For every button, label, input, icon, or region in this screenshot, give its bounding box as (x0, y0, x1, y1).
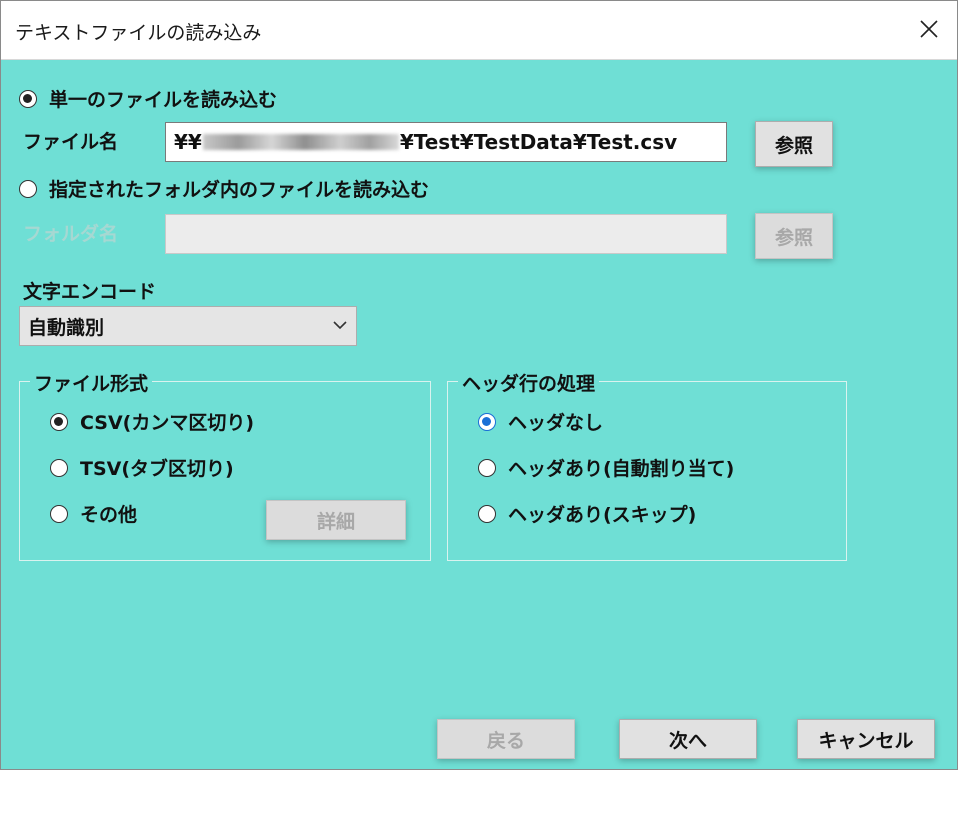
file-format-group: ファイル形式 CSV(カンマ区切り) TSV(タブ区切り) その他 詳細 (19, 369, 431, 561)
radio-header-auto-indicator (478, 458, 496, 477)
encoding-select[interactable]: 自動識別 (19, 306, 357, 346)
encoding-selected-value: 自動識別 (28, 316, 105, 339)
radio-folder-label: 指定されたフォルダ内のファイルを読み込む (49, 179, 430, 201)
radio-format-other-label: その他 (80, 504, 138, 526)
radio-folder-indicator (19, 179, 37, 198)
radio-format-csv-indicator (50, 412, 68, 431)
next-button[interactable]: 次へ (619, 719, 757, 759)
encoding-label: 文字エンコード (23, 281, 157, 303)
file-path-prefix: ¥¥ (174, 130, 202, 154)
folder-path-input[interactable] (165, 214, 727, 254)
radio-header-skip-indicator (478, 504, 496, 523)
radio-single-file[interactable]: 単一のファイルを読み込む (19, 85, 277, 112)
radio-header-none-label: ヘッダなし (508, 412, 604, 434)
radio-format-csv[interactable]: CSV(カンマ区切り) (50, 408, 254, 435)
folder-name-label: フォルダ名 (23, 223, 119, 245)
radio-header-skip[interactable]: ヘッダあり(スキップ) (478, 500, 696, 527)
file-name-label: ファイル名 (23, 131, 119, 153)
text-file-import-dialog: テキストファイルの読み込み 単一のファイルを読み込む ファイル名 ¥¥ ¥Test… (0, 0, 958, 770)
close-button[interactable] (907, 7, 951, 51)
file-path-suffix: ¥Test¥TestData¥Test.csv (399, 130, 678, 154)
file-path-input[interactable]: ¥¥ ¥Test¥TestData¥Test.csv (165, 122, 727, 162)
radio-format-tsv-indicator (50, 458, 68, 477)
radio-folder[interactable]: 指定されたフォルダ内のファイルを読み込む (19, 175, 429, 202)
chevron-down-icon (333, 321, 347, 330)
header-handling-group: ヘッダ行の処理 ヘッダなし ヘッダあり(自動割り当て) ヘッダあり(スキップ) (447, 369, 847, 561)
radio-single-file-label: 単一のファイルを読み込む (49, 89, 278, 111)
header-handling-title: ヘッダ行の処理 (458, 369, 600, 396)
radio-format-tsv-label: TSV(タブ区切り) (80, 458, 234, 480)
radio-format-other-indicator (50, 504, 68, 523)
radio-single-file-indicator (19, 89, 37, 108)
title-bar: テキストファイルの読み込み (1, 1, 957, 60)
radio-header-auto-label: ヘッダあり(自動割り当て) (508, 458, 735, 480)
cancel-button[interactable]: キャンセル (797, 719, 935, 759)
file-format-title: ファイル形式 (30, 369, 153, 396)
browse-folder-button[interactable]: 参照 (755, 213, 833, 259)
radio-format-other[interactable]: その他 (50, 500, 137, 527)
back-button[interactable]: 戻る (437, 719, 575, 759)
radio-header-none-indicator (478, 412, 496, 431)
radio-format-csv-label: CSV(カンマ区切り) (80, 412, 255, 434)
radio-format-tsv[interactable]: TSV(タブ区切り) (50, 454, 234, 481)
radio-header-none[interactable]: ヘッダなし (478, 408, 603, 435)
redacted-host-name (202, 134, 399, 150)
radio-header-skip-label: ヘッダあり(スキップ) (508, 504, 697, 526)
close-icon (920, 20, 938, 38)
radio-header-auto[interactable]: ヘッダあり(自動割り当て) (478, 454, 734, 481)
detail-button[interactable]: 詳細 (266, 500, 406, 540)
dialog-title: テキストファイルの読み込み (15, 22, 262, 44)
browse-file-button[interactable]: 参照 (755, 121, 833, 167)
